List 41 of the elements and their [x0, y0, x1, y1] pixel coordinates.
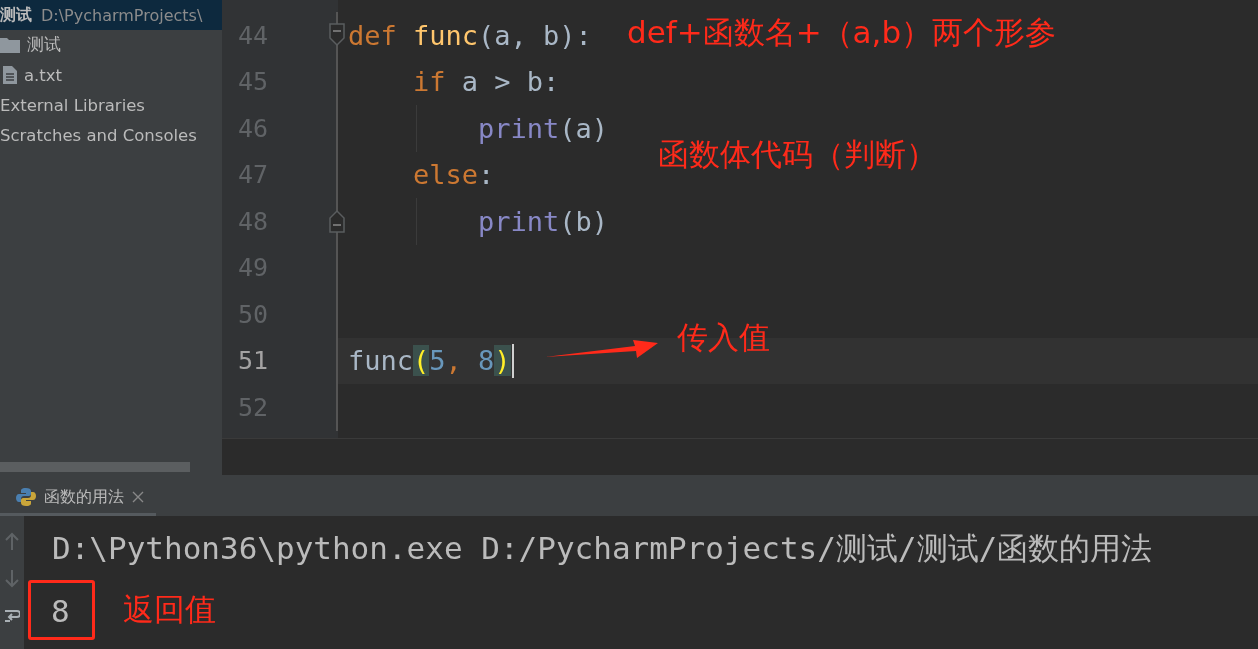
code-token: def — [348, 19, 397, 51]
annotation-text: 函数体代码（判断） — [658, 135, 937, 174]
project-path: D:\PycharmProjects\ — [41, 5, 203, 25]
code-token: else — [413, 159, 479, 191]
code-token: (b) — [559, 205, 609, 237]
code-token: print — [478, 112, 560, 144]
up-arrow-icon[interactable] — [5, 532, 19, 550]
code-token: a > b: — [461, 66, 560, 98]
scrollbar[interactable] — [0, 462, 190, 472]
code-token: (a, b): — [478, 19, 592, 51]
annotation-text: def+函数名+（a,b）两个形参 — [627, 13, 1057, 52]
down-arrow-icon[interactable] — [5, 570, 19, 588]
code-token: 8 — [478, 345, 495, 377]
code-token: 5 — [429, 345, 446, 377]
wrap-icon[interactable] — [4, 608, 20, 624]
fold-icon[interactable] — [329, 23, 345, 48]
tree-item[interactable]: a.txt — [24, 65, 63, 85]
annotation-text: 传入值 — [677, 318, 770, 357]
code-token: if — [413, 66, 446, 98]
code-token: print — [478, 205, 560, 237]
console-output: D:\Python36\python.exe D:/PycharmProjects/测试/测试/函数的用法 — [52, 529, 1153, 568]
project-root-name[interactable]: 测试 — [0, 4, 32, 26]
tree-item[interactable]: External Libraries — [0, 95, 145, 115]
code-token: ( — [413, 345, 430, 377]
line-number: 51 — [236, 346, 268, 376]
code-token: func — [348, 345, 414, 377]
file-icon — [3, 66, 17, 84]
tree-item[interactable]: Scratches and Consoles — [0, 125, 197, 145]
code-token: ) — [494, 345, 511, 377]
code-token: (a) — [559, 112, 609, 144]
code-token: func — [413, 19, 479, 51]
annotation-text: 返回值 — [122, 590, 216, 629]
tree-item[interactable]: 测试 — [27, 34, 61, 56]
folder-icon — [0, 37, 20, 53]
python-icon — [16, 487, 36, 507]
console-output: 8 — [28, 580, 95, 640]
code-token: : — [478, 159, 495, 191]
close-icon[interactable] — [132, 491, 144, 503]
fold-icon[interactable] — [329, 209, 345, 234]
code-token: , — [445, 345, 462, 377]
run-tab[interactable]: 函数的用法 — [0, 478, 156, 516]
